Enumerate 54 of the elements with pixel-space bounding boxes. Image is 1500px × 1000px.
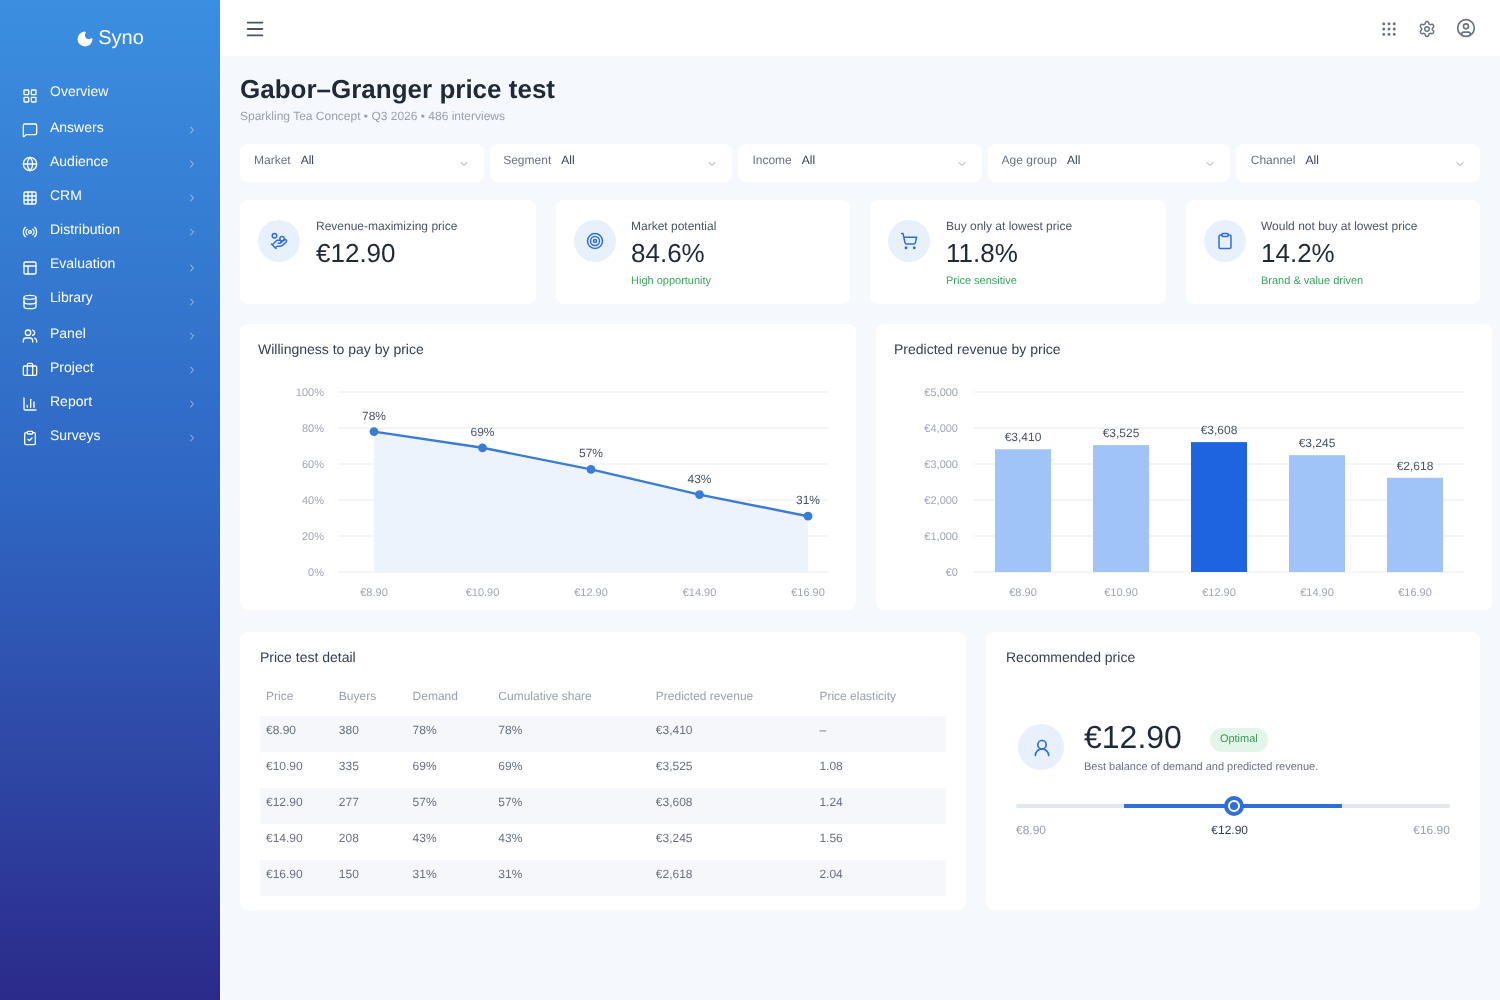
chevron-down-icon (706, 157, 719, 170)
globe-icon (22, 155, 38, 172)
database-icon (22, 293, 38, 310)
bar (1289, 454, 1345, 572)
chevron-icon (186, 261, 198, 274)
chevron-icon (186, 123, 198, 136)
chevron-down-icon (1204, 157, 1217, 170)
signal-icon (22, 224, 38, 241)
kpi-value: €12.90 (316, 238, 398, 271)
apps-grid-icon[interactable] (1380, 19, 1398, 37)
chevron-down-icon (457, 157, 470, 170)
users-icon (22, 327, 38, 344)
cart-icon (900, 232, 918, 251)
data-point (369, 426, 379, 436)
bar (1093, 444, 1149, 572)
bar (995, 448, 1051, 572)
data-point (803, 511, 813, 521)
grid-icon (22, 87, 38, 104)
dots-grid-icon (22, 190, 38, 207)
chevron-icon (186, 192, 198, 205)
chevron-down-icon (955, 157, 968, 170)
chevron-icon (186, 226, 198, 239)
data-point (478, 442, 487, 452)
chevron-icon (186, 157, 198, 170)
kpi-value: 84.6% (631, 238, 707, 271)
chevron-icon (186, 329, 198, 342)
kpi-value: 14.2% (1261, 238, 1337, 271)
bar-chart-icon (22, 396, 38, 413)
chat-icon (22, 121, 38, 138)
chevron-icon (186, 295, 198, 308)
slider-thumb[interactable] (1223, 796, 1243, 816)
briefcase-icon (22, 362, 38, 379)
chevron-icon (186, 364, 198, 377)
clipboard-icon (1215, 232, 1233, 251)
chevron-icon (186, 398, 198, 411)
recommended-price: €12.90 (1084, 719, 1182, 760)
bar (1191, 441, 1247, 572)
page-title: Gabor–Granger price test (240, 74, 557, 107)
data-point (695, 489, 704, 499)
hand-coins-icon (270, 232, 288, 251)
chevron-icon (186, 432, 198, 445)
panel-icon (22, 259, 38, 276)
kpi-value: 11.8% (946, 238, 1020, 271)
moon-icon (76, 30, 95, 48)
bar (1387, 477, 1443, 572)
target-icon (585, 232, 603, 251)
person-icon (1031, 737, 1051, 758)
menu-icon[interactable] (244, 17, 266, 39)
chevron-down-icon (1453, 157, 1466, 170)
settings-icon[interactable] (1418, 19, 1436, 37)
clipboard-icon (22, 430, 38, 447)
user-icon[interactable] (1456, 18, 1476, 38)
data-point (586, 464, 596, 474)
logo-text: Syno (98, 26, 144, 54)
